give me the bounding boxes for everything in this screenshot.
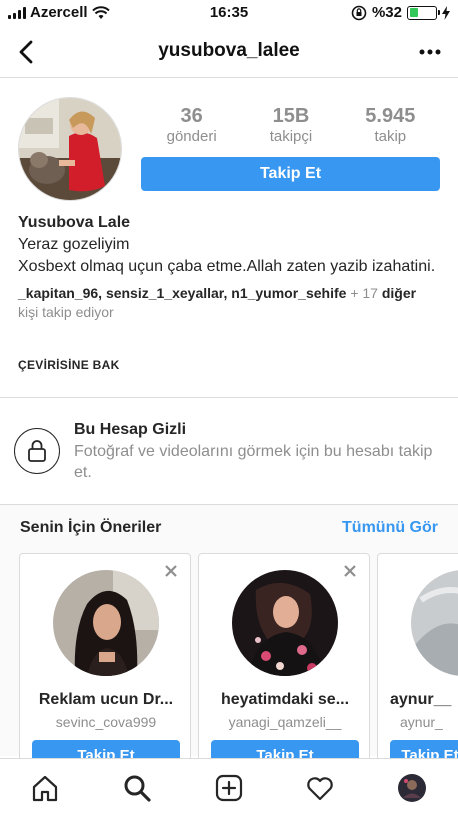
- suggestion-avatar[interactable]: [411, 570, 458, 676]
- rotation-lock-icon: [351, 5, 367, 20]
- battery-group: %32: [351, 4, 450, 21]
- suggestion-avatar[interactable]: [232, 570, 338, 676]
- stat-posts-value: 36: [180, 105, 203, 127]
- suggestions-title: Senin İçin Öneriler: [20, 519, 162, 536]
- suggestion-name: Reklam ucun Dr...: [38, 691, 174, 708]
- followed-by[interactable]: _kapitan_96, sensiz_1_xeyallar, n1_yumor…: [18, 284, 438, 322]
- profile-bio: Yusubova Lale Yeraz gozeliyim Xosbext ol…: [18, 212, 438, 322]
- suggestion-handle: aynur_: [400, 714, 443, 730]
- close-icon: [344, 565, 356, 577]
- see-all-link[interactable]: Tümünü Gör: [342, 519, 438, 537]
- suggestion-handle: yanagi_qamzeli__: [228, 714, 342, 730]
- add-icon: [215, 774, 243, 802]
- dismiss-suggestion-button[interactable]: [341, 562, 359, 580]
- suggestion-name: heyatimdaki se...: [220, 691, 350, 708]
- bio-line-2: Xosbext olmaq uçun çaba etme.Allah zaten…: [18, 258, 436, 275]
- stat-following-label: takip: [374, 128, 407, 145]
- followed-by-more-word: diğer: [381, 285, 417, 301]
- follow-button[interactable]: Takip Et: [141, 157, 440, 191]
- followed-by-names: _kapitan_96, sensiz_1_xeyallar, n1_yumor…: [18, 285, 347, 301]
- suggestion-name: aynur__: [390, 691, 452, 708]
- suggestion-card[interactable]: Reklam ucun Dr... sevinc_cova999 Takip E…: [19, 553, 191, 773]
- ellipsis-icon: [419, 49, 441, 55]
- suggestion-card[interactable]: aynur__ aynur_ Takip Et: [377, 553, 458, 773]
- suggestion-avatar[interactable]: [53, 570, 159, 676]
- tab-profile[interactable]: [395, 771, 429, 805]
- tab-home[interactable]: [28, 771, 62, 805]
- battery-percent: %32: [371, 4, 402, 21]
- profile-username: yusubova_lalee: [158, 40, 300, 61]
- lock-badge: [14, 428, 60, 474]
- private-account-text: Fotoğraf ve videolarını görmek için bu h…: [74, 443, 433, 481]
- search-icon: [124, 775, 151, 802]
- private-account-title: Bu Hesap Gizli: [74, 421, 187, 438]
- stat-followers-value: 15B: [272, 105, 310, 127]
- heart-icon: [307, 777, 333, 801]
- battery-icon: [407, 5, 440, 20]
- see-translation-link[interactable]: ÇEVİRİSİNE BAK: [18, 358, 120, 372]
- divider: [0, 397, 458, 398]
- followed-by-more: + 17: [350, 285, 378, 301]
- profile-avatar[interactable]: [18, 97, 122, 201]
- lock-icon: [28, 440, 46, 462]
- tab-search[interactable]: [120, 771, 154, 805]
- stat-following-value: 5.945: [365, 105, 416, 127]
- stat-followers[interactable]: 15B takipçi: [242, 104, 340, 146]
- status-bar: Azercell 16:35 %32: [0, 0, 458, 26]
- profile-header: yusubova_lalee: [0, 26, 458, 78]
- profile-full-name: Yusubova Lale: [18, 214, 131, 231]
- profile-avatar-icon: [398, 774, 426, 802]
- stat-posts[interactable]: 36 gönderi: [143, 104, 241, 146]
- followed-by-suffix: kişi takip ediyor: [18, 304, 114, 320]
- stat-following[interactable]: 5.945 takip: [341, 104, 439, 146]
- stat-followers-label: takipçi: [269, 128, 313, 145]
- bottom-tab-bar: [0, 758, 458, 814]
- more-options-button[interactable]: [414, 36, 446, 68]
- bio-line-1: Yeraz gozeliyim: [18, 236, 130, 253]
- dismiss-suggestion-button[interactable]: [162, 562, 180, 580]
- stat-posts-label: gönderi: [166, 128, 217, 145]
- tab-new-post[interactable]: [212, 771, 246, 805]
- charging-bolt-icon: [442, 5, 450, 20]
- home-icon: [32, 775, 58, 802]
- close-icon: [165, 565, 177, 577]
- suggestion-handle: sevinc_cova999: [55, 714, 157, 730]
- profile-stats: 36 gönderi 15B takipçi 5.945 takip: [142, 104, 440, 146]
- suggestion-card[interactable]: heyatimdaki se... yanagi_qamzeli__ Takip…: [198, 553, 370, 773]
- tab-activity[interactable]: [303, 771, 337, 805]
